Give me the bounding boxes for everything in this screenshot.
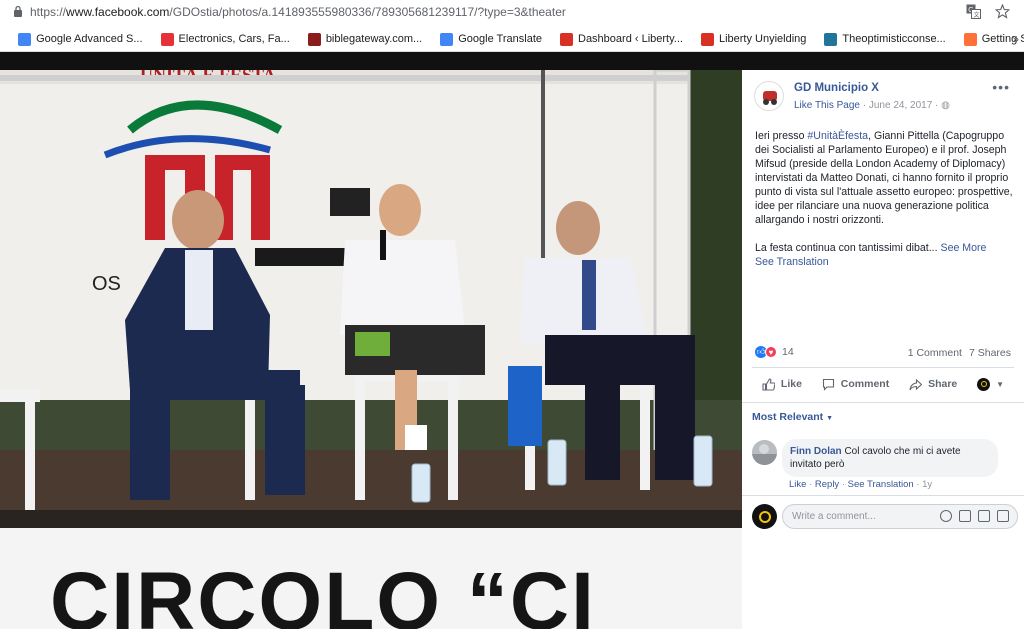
see-more-link[interactable]: See More: [941, 242, 987, 254]
user-logo-icon: [758, 510, 771, 523]
bookmark-favicon-icon: [307, 32, 321, 46]
comment-actions: Like · Reply · See Translation · 1y: [789, 479, 933, 490]
post-side-panel: GD Municipio X Like This Page · June 24,…: [742, 70, 1024, 629]
svg-text:文: 文: [974, 11, 980, 19]
camera-icon[interactable]: [959, 510, 971, 522]
share-icon: [909, 378, 923, 390]
bookmark-label: Liberty Unyielding: [718, 33, 807, 45]
hashtag-link[interactable]: #UnitàÈfesta: [807, 130, 868, 142]
url-field[interactable]: https://www.facebook.com/GDOstia/photos/…: [30, 5, 566, 19]
comment-sort-label: Most Relevant: [752, 411, 824, 423]
shares-count-link[interactable]: 7 Shares: [969, 347, 1011, 359]
address-bar: https://www.facebook.com/GDOstia/photos/…: [0, 0, 1024, 27]
event-photo-illustration: UNITÀ E FESTA OS CIRCOLO “CI: [0, 70, 742, 629]
commenter-name-link[interactable]: Finn Dolan: [790, 446, 842, 457]
comment-button[interactable]: Comment: [822, 378, 889, 391]
lock-icon[interactable]: [13, 5, 23, 17]
bookmark-item[interactable]: Dashboard ‹ Liberty...: [560, 32, 683, 46]
meta-separator-2: ·: [935, 100, 939, 111]
like-page-link[interactable]: Like This Page: [794, 100, 860, 111]
post-as-selector[interactable]: ▼: [977, 377, 1005, 391]
comment-input-placeholder: Write a comment...: [792, 511, 876, 522]
thumbs-up-icon: [762, 377, 775, 391]
reactions-summary[interactable]: 👍︎ ♥ 14: [755, 346, 794, 358]
bookmark-item[interactable]: Liberty Unyielding: [700, 32, 807, 46]
post-paragraph-1-start: Ieri presso: [755, 130, 808, 142]
bookmark-favicon-icon: [560, 32, 573, 46]
comment-input[interactable]: Write a comment...: [782, 504, 1018, 529]
comment-bubble: Finn Dolan Col cavolo che mi ci avete in…: [782, 439, 998, 477]
comment-reply-link[interactable]: Reply: [815, 479, 839, 490]
bookmark-label: Google Translate: [458, 33, 542, 45]
gif-icon[interactable]: [978, 510, 990, 522]
bookmarks-overflow-icon[interactable]: »: [1012, 32, 1019, 46]
bookmark-label: Dashboard ‹ Liberty...: [578, 33, 683, 45]
meta-separator: ·: [862, 100, 867, 111]
post-date[interactable]: June 24, 2017: [869, 100, 932, 111]
see-translation-link[interactable]: See Translation: [755, 256, 829, 268]
divider: [742, 402, 1024, 403]
comments-count-link[interactable]: 1 Comment: [908, 347, 962, 359]
page-avatar[interactable]: [754, 81, 784, 111]
bookmark-item[interactable]: Theoptimisticconse...: [824, 32, 946, 46]
reactions-count: 14: [782, 346, 794, 358]
like-button-label: Like: [780, 378, 802, 390]
chevron-down-icon: ▼: [826, 415, 834, 422]
comment-icon: [822, 378, 834, 391]
bookmark-item[interactable]: Electronics, Cars, Fa...: [160, 32, 290, 46]
divider: [752, 367, 1014, 368]
post-actions: Like Comment Share ▼: [752, 370, 1014, 398]
bookmark-item[interactable]: Google Translate: [440, 32, 542, 46]
url-path: /GDOstia/photos/a.141893555980336/789305…: [169, 5, 566, 19]
love-reaction-icon: ♥: [765, 346, 777, 358]
post-text: Ieri presso #UnitàÈfesta, Gianni Pittell…: [755, 129, 1013, 269]
bookmark-label: Google Advanced S...: [36, 33, 143, 45]
bookmark-favicon-icon: [963, 32, 977, 46]
bookmark-favicon-icon: [700, 32, 714, 46]
profile-avatar-icon: [977, 377, 991, 391]
theater-top-band: [0, 52, 1024, 70]
url-host: www.facebook.com: [66, 5, 170, 19]
bookmark-favicon-icon: [160, 32, 174, 46]
comment-sort-dropdown[interactable]: Most Relevant ▼: [752, 411, 833, 423]
bookmark-item[interactable]: biblegateway.com...: [307, 32, 423, 46]
share-button[interactable]: Share: [909, 378, 957, 391]
bookmark-label: Theoptimisticconse...: [842, 33, 946, 45]
share-button-label: Share: [928, 378, 958, 390]
bookmarks-bar: eGoogle Advanced S...Electronics, Cars, …: [0, 27, 1024, 52]
post-paragraph-1-rest: , Gianni Pittella (Capogruppo dei Social…: [755, 130, 1013, 226]
bookmark-favicon-icon: [18, 32, 32, 46]
post-photo[interactable]: UNITÀ E FESTA OS CIRCOLO “CI: [0, 70, 742, 629]
comment-like-link[interactable]: Like: [789, 479, 806, 490]
page-logo-icon: [759, 86, 781, 108]
post-paragraph-2: La festa continua con tantissimi dibat..…: [755, 242, 938, 254]
chevron-down-icon: ▼: [996, 379, 1005, 389]
bookmark-label: biblegateway.com...: [325, 33, 423, 45]
more-options-icon[interactable]: •••: [992, 79, 1010, 95]
sticker-icon[interactable]: [997, 510, 1009, 522]
current-user-avatar[interactable]: [752, 504, 777, 529]
bookmark-label: Electronics, Cars, Fa...: [178, 33, 290, 45]
commenter-avatar[interactable]: [752, 440, 777, 465]
banner-side-text: OS: [92, 273, 121, 295]
globe-icon: ◍: [941, 100, 950, 111]
comment-age[interactable]: 1y: [922, 479, 932, 490]
page-name-link[interactable]: GD Municipio X: [794, 82, 879, 94]
comment-see-translation-link[interactable]: See Translation: [848, 479, 914, 490]
stage-banner-text: CIRCOLO “CI: [50, 556, 596, 629]
post-meta: Like This Page · June 24, 2017 · ◍: [794, 100, 950, 111]
emoji-icon[interactable]: [940, 510, 952, 522]
bookmark-favicon-icon: [824, 32, 838, 46]
comment-button-label: Comment: [840, 378, 890, 390]
translate-icon[interactable]: G文: [966, 4, 981, 19]
commenter-photo: [752, 440, 777, 465]
like-button[interactable]: Like: [762, 377, 802, 391]
star-icon[interactable]: [995, 4, 1010, 19]
bookmark-favicon-icon: [440, 32, 454, 46]
url-prefix: https://: [30, 5, 67, 19]
bookmark-item[interactable]: Google Advanced S...: [18, 32, 143, 46]
divider: [742, 495, 1024, 496]
